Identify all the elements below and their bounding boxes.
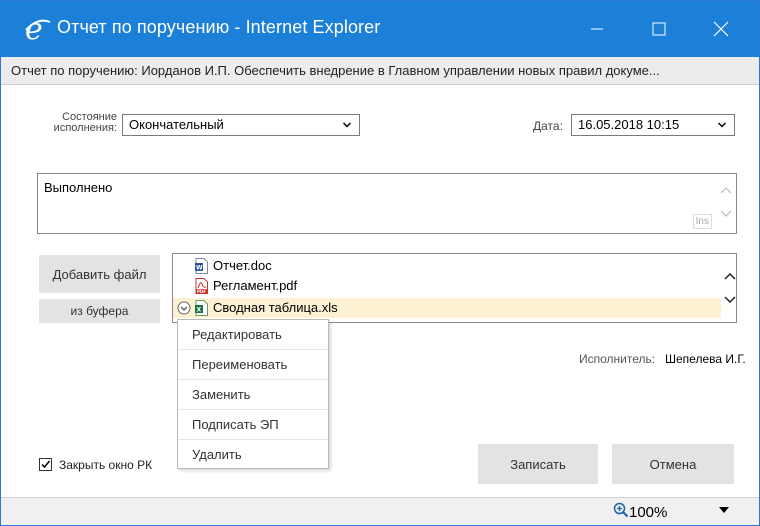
close-rk-checkbox[interactable]	[39, 458, 52, 471]
minimize-button[interactable]	[573, 1, 621, 57]
chevron-down-icon	[343, 122, 351, 128]
menu-item-edit[interactable]: Редактировать	[178, 320, 328, 350]
status-bar: 100%	[1, 497, 759, 525]
from-buffer-button[interactable]: из буфера	[39, 299, 160, 323]
svg-text:X: X	[197, 307, 202, 314]
list-scroll-up-icon[interactable]	[724, 272, 736, 280]
executor-label: Исполнитель:	[579, 352, 656, 366]
checkmark-icon	[41, 460, 51, 469]
title-bar: e Отчет по поручению - Internet Explorer	[1, 1, 759, 57]
svg-text:PDF: PDF	[197, 289, 206, 294]
close-icon	[713, 21, 729, 37]
add-file-button[interactable]: Добавить файл	[39, 255, 160, 293]
ins-indicator: Ins	[692, 214, 712, 229]
date-select-value: 16.05.2018 10:15	[578, 117, 680, 132]
attachments-list[interactable]: W Отчет.doc PDF Регламент.pdf X Сводная …	[172, 253, 737, 323]
comment-text: Выполнено	[44, 180, 113, 195]
list-scroll-down-icon[interactable]	[724, 296, 736, 304]
chevron-down-icon	[718, 122, 726, 128]
scroll-up-icon[interactable]	[720, 186, 732, 194]
file-name: Отчет.doc	[213, 258, 272, 273]
file-row-doc[interactable]: W Отчет.doc	[173, 256, 721, 276]
svg-text:W: W	[196, 265, 203, 272]
comment-textarea[interactable]: Выполнено Ins	[37, 173, 737, 234]
state-select[interactable]: Окончательный	[122, 114, 360, 136]
close-button[interactable]	[697, 1, 745, 57]
state-label: Состояние исполнения:	[53, 111, 117, 134]
minimize-icon	[591, 28, 603, 30]
scroll-down-icon[interactable]	[720, 210, 732, 218]
save-button[interactable]: Записать	[478, 444, 598, 484]
excel-icon: X	[195, 300, 208, 316]
menu-item-delete[interactable]: Удалить	[178, 440, 328, 470]
maximize-button[interactable]	[635, 1, 683, 57]
menu-item-replace[interactable]: Заменить	[178, 380, 328, 410]
file-name: Регламент.pdf	[213, 278, 298, 293]
word-icon: W	[195, 258, 208, 274]
cancel-button[interactable]: Отмена	[612, 444, 734, 484]
file-context-menu: Редактировать Переименовать Заменить Под…	[177, 319, 329, 469]
file-row-xls[interactable]: X Сводная таблица.xls	[173, 298, 721, 318]
close-rk-label: Закрыть окно РК	[59, 458, 153, 472]
document-subtitle: Отчет по поручению: Иорданов И.П. Обеспе…	[1, 57, 759, 85]
zoom-icon[interactable]	[613, 502, 629, 518]
file-row-pdf[interactable]: PDF Регламент.pdf	[173, 276, 721, 296]
state-select-value: Окончательный	[129, 117, 224, 132]
executor-value: Шепелева И.Г.	[665, 352, 746, 366]
maximize-icon	[652, 22, 666, 36]
internet-explorer-icon: e	[25, 13, 51, 43]
pdf-icon: PDF	[195, 278, 208, 294]
row-actions-toggle-icon[interactable]	[177, 301, 191, 315]
menu-item-rename[interactable]: Переименовать	[178, 350, 328, 380]
date-label: Дата:	[533, 119, 563, 133]
window-title: Отчет по поручению - Internet Explorer	[57, 17, 381, 37]
zoom-dropdown-icon[interactable]	[719, 507, 729, 515]
menu-item-sign[interactable]: Подписать ЭП	[178, 410, 328, 440]
browser-window: e Отчет по поручению - Internet Explorer…	[0, 0, 760, 526]
date-select[interactable]: 16.05.2018 10:15	[571, 114, 735, 136]
file-name: Сводная таблица.xls	[213, 300, 338, 315]
zoom-level: 100%	[629, 504, 668, 521]
